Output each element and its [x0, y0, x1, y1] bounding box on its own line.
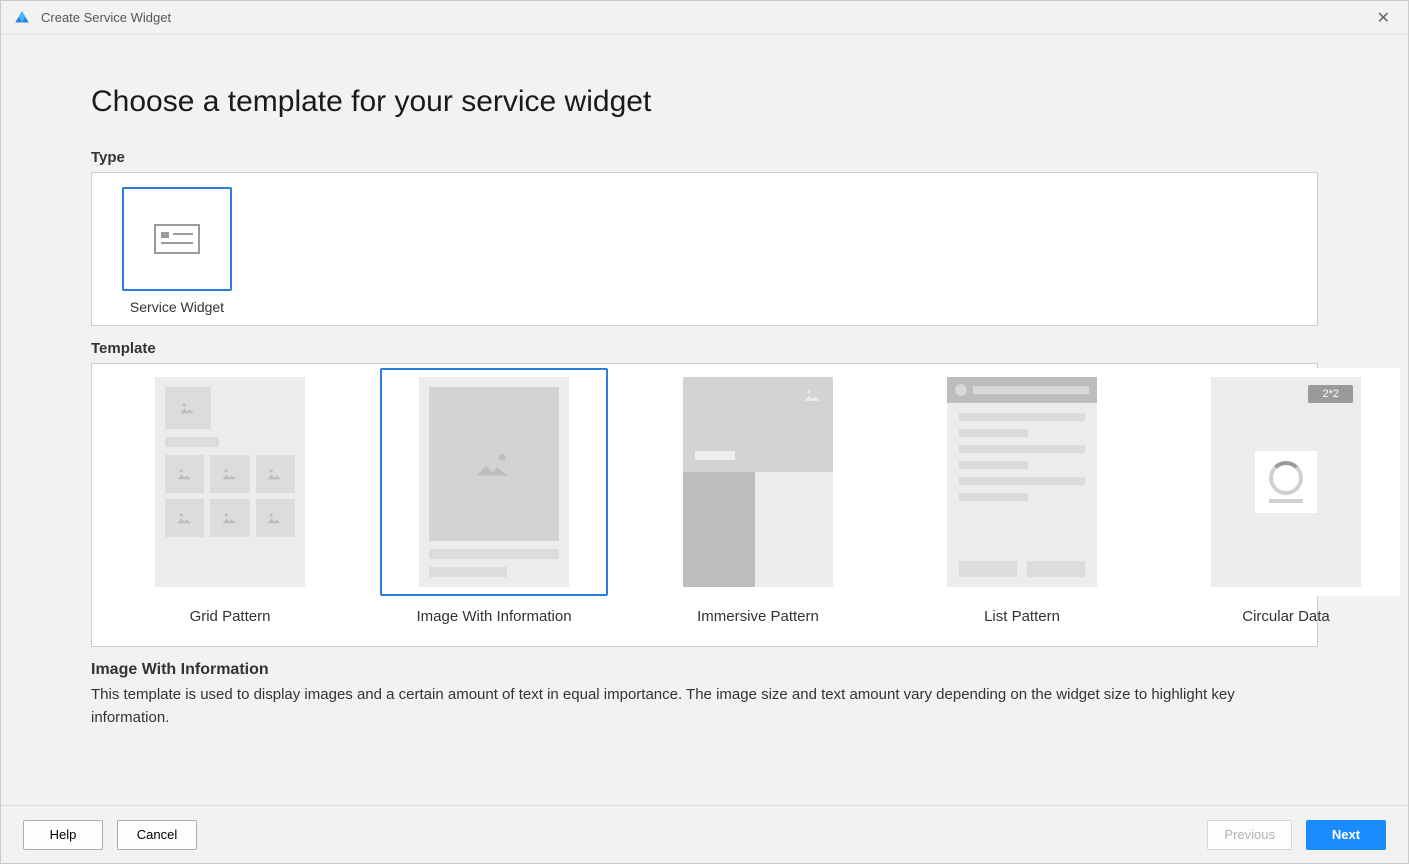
template-card-immersive-pattern[interactable]: Immersive Pattern	[644, 368, 872, 625]
template-scroll: Grid Pattern Image With Information	[92, 364, 1408, 646]
template-description: Image With Information This template is …	[91, 661, 1318, 730]
main-content: Choose a template for your service widge…	[1, 35, 1408, 805]
previous-button: Previous	[1207, 820, 1292, 850]
close-icon[interactable]: ✕	[1371, 8, 1396, 28]
template-thumb-grid	[116, 368, 344, 596]
type-box: Service Widget	[91, 172, 1318, 326]
titlebar: Create Service Widget ✕	[1, 1, 1408, 35]
type-section-label: Type	[91, 149, 1318, 166]
card-icon	[154, 224, 200, 254]
template-box: Grid Pattern Image With Information	[91, 363, 1318, 647]
template-card-list-pattern[interactable]: List Pattern	[908, 368, 1136, 625]
template-section-label: Template	[91, 340, 1318, 357]
description-title: Image With Information	[91, 661, 1318, 679]
type-card-service-widget[interactable]: Service Widget	[112, 187, 242, 315]
next-button[interactable]: Next	[1306, 820, 1386, 850]
template-label: List Pattern	[984, 608, 1060, 625]
template-thumb-list	[908, 368, 1136, 596]
help-button[interactable]: Help	[23, 820, 103, 850]
template-label: Immersive Pattern	[697, 608, 819, 625]
footer: Help Cancel Previous Next	[1, 805, 1408, 863]
window-title: Create Service Widget	[41, 10, 1371, 25]
type-card-label: Service Widget	[130, 299, 224, 315]
type-thumb	[122, 187, 232, 291]
template-thumb-immersive	[644, 368, 872, 596]
template-label: Grid Pattern	[190, 608, 271, 625]
page-heading: Choose a template for your service widge…	[91, 85, 1318, 119]
template-label: Circular Data	[1242, 608, 1330, 625]
description-text: This template is used to display images …	[91, 683, 1291, 730]
template-card-image-with-information[interactable]: Image With Information	[380, 368, 608, 625]
template-thumb-circular: 2*2	[1172, 368, 1400, 596]
app-icon	[13, 9, 31, 27]
template-label: Image With Information	[416, 608, 571, 625]
template-card-grid-pattern[interactable]: Grid Pattern	[116, 368, 344, 625]
template-thumb-imginfo	[380, 368, 608, 596]
template-card-circular-data[interactable]: 2*2 Circular Data	[1172, 368, 1400, 625]
size-badge: 2*2	[1308, 385, 1353, 403]
cancel-button[interactable]: Cancel	[117, 820, 197, 850]
